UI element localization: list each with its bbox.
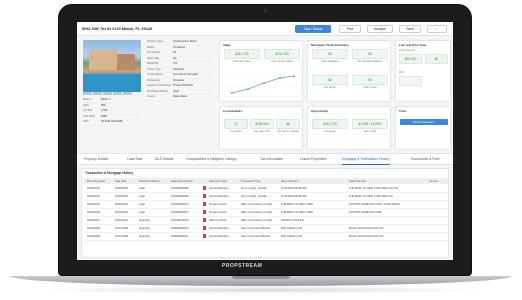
opportunity-card: Opportunity $212,733 $1,009 / 19.93% Est… (307, 106, 391, 150)
property-address: 5061 NW 7th St #115 Miami, FL 33126 (82, 26, 153, 31)
prior-sale-tile: $0 (425, 54, 448, 64)
opportunity-rent-tile: $1,009 / 19.93% (352, 119, 388, 129)
basic-info-row: APN: 30-3131-000-0480 (83, 120, 141, 126)
opportunity-card-title: Opportunity (311, 109, 329, 113)
mls-label: MLS (399, 71, 404, 74)
laptop-frame: 5061 NW 7th St #115 Miami, FL 33126 Tags… (0, 0, 522, 300)
col-recording-date[interactable]: Recording Date (87, 180, 113, 183)
public-records-label: Public Records (399, 49, 416, 52)
mortgage-balance-label: Est. Mortgage Balance (357, 60, 383, 63)
col-buyer-names[interactable]: Buyer Name(s) (281, 180, 331, 183)
table-row[interactable]: 04/09/2010 04/01/2010 Financed 2010R0238… (84, 217, 448, 225)
tab-documents-files[interactable]: Documents & Files (411, 154, 439, 165)
photo-building-secondary (117, 54, 135, 70)
last-year-value-tile: $231,933 (264, 49, 300, 59)
last-year-value-label: Last Year Est. Value (271, 60, 293, 63)
comparables-dom-label: Avg. Days on Market (276, 130, 300, 133)
col-purchase-method[interactable]: Purchase Method (139, 180, 169, 183)
tools-card-title: Tools (399, 109, 407, 113)
open-mortgages-tile: $0 (312, 49, 348, 59)
col-sale-date[interactable]: Sale Date (115, 180, 137, 183)
open-mortgages-label: Open Mortgages (321, 60, 339, 63)
property-photo[interactable] (83, 40, 141, 92)
tab-tax-information[interactable]: Tax Information (260, 154, 283, 165)
col-document-type[interactable]: Document Type (209, 180, 239, 183)
pdf-icon[interactable] (203, 186, 206, 190)
mortgage-card: Mortgage / Debt Summary $0 $0 Open Mortg… (307, 40, 391, 102)
photo-thumbnails[interactable] (83, 92, 141, 96)
value-card-title: Value (223, 43, 231, 47)
tools-card: Tools Rehab Calculator (395, 106, 451, 150)
col-transaction-type[interactable]: Transaction Type (241, 180, 279, 183)
brand-logo: PROPSTREAM (222, 263, 263, 269)
value-trend-chart (224, 75, 300, 98)
history-table-header: Recording Date Sale Date Purchase Method… (84, 178, 448, 184)
pdf-icon[interactable] (203, 234, 206, 238)
table-row[interactable]: 01/24/2008 01/17/2008 Financed 2008R0046… (84, 225, 448, 233)
table-row[interactable]: 09/30/2016 09/15/2016 Cash 2016R0659981 … (84, 193, 448, 201)
property-info-list: Property Type Condominium Resid. Status On… (147, 40, 213, 101)
total-amount-label: Total Amount (363, 86, 377, 89)
comparables-card: Comparables 17 $189,000 86 Properties Av… (219, 106, 303, 150)
value-card: Value $212,733 $231,933 Estimated Value … (219, 40, 303, 102)
tab-mortgage-history[interactable]: Mortgage & Transaction History (342, 154, 390, 165)
tab-property-details[interactable]: Property Details (84, 154, 108, 165)
table-row[interactable]: 09/30/2016 09/15/2016 Cash 2016R0659980 … (84, 185, 448, 193)
more-button[interactable]: ⋯ (427, 25, 447, 33)
history-panel: Transaction & Mortgage History Recording… (81, 168, 449, 258)
camera-icon (264, 9, 267, 12)
estimated-value-tile: $212,733 (224, 49, 260, 59)
estimated-value-label: Estimated Value (233, 60, 251, 63)
analysis-button[interactable]: Analysis (367, 25, 393, 33)
comparables-properties-tile: 17 (224, 119, 248, 129)
est-equity-label: Est. Equity (324, 86, 336, 89)
est-equity-tile: $0 (312, 75, 348, 85)
col-seller-names[interactable]: Seller Name(s) (349, 180, 419, 183)
photo-pool (83, 74, 141, 92)
comparables-price-label: Avg. Sale Price (253, 130, 271, 133)
laptop-notch (232, 276, 290, 279)
tags-status-button[interactable]: Tags / Status (295, 25, 331, 33)
comparables-card-title: Comparables (223, 109, 243, 113)
opportunity-rent-label: Rent / Yield (363, 130, 377, 133)
app-screen: 5061 NW 7th St #115 Miami, FL 33126 Tags… (77, 22, 453, 260)
opportunity-equity-label: Est. Equity (324, 130, 336, 133)
save-button[interactable]: Save (399, 25, 421, 33)
last-sale-tile: $95,900 (399, 54, 422, 64)
rehab-calculator-button[interactable]: Rehab Calculator (400, 119, 448, 125)
table-row[interactable]: 05/20/2015 05/11/2015 Cash 2015R0302871 … (84, 209, 448, 217)
basic-info-list: Beds: 2 Baths: 2 SqFt: 800 Lot Size: 1,500 … (83, 98, 141, 126)
pdf-icon[interactable] (203, 202, 206, 206)
tab-linked-properties[interactable]: Linked Properties (300, 154, 326, 165)
tab-cash-sale[interactable]: Cash Sale (127, 154, 143, 165)
history-title: Transaction & Mortgage History (85, 171, 134, 175)
photo-building (89, 50, 117, 70)
comparables-price-tile: $189,000 (250, 119, 274, 129)
col-amount[interactable]: Amount (429, 180, 447, 183)
mls-tile (399, 76, 422, 86)
tab-mls-details[interactable]: MLS Details (155, 154, 173, 165)
pdf-icon[interactable] (203, 210, 206, 214)
mortgage-card-title: Mortgage / Debt Summary (311, 43, 349, 47)
laptop-shadow (30, 286, 492, 294)
pdf-icon[interactable] (203, 218, 206, 222)
table-row[interactable]: 05/20/2016 05/20/2016 Cash 2016R0346274 … (84, 201, 448, 209)
pdf-icon[interactable] (203, 226, 206, 230)
print-button[interactable]: Print (339, 25, 361, 33)
detail-tabs: Property Details Cash Sale MLS Details C… (77, 153, 453, 165)
sale-card: Last and Prior Sale Public Records $95,9… (395, 40, 451, 102)
comparables-dom-tile: 86 (276, 119, 300, 129)
sale-card-title: Last and Prior Sale (399, 43, 427, 47)
table-row[interactable]: 01/24/2008 01/17/2008 Financed 2008R0046… (84, 233, 448, 241)
property-info-row: County Miami-Dade (147, 95, 213, 101)
total-amount-tile: $0 (352, 75, 388, 85)
comparables-properties-label: Properties (230, 130, 242, 133)
opportunity-equity-tile: $212,733 (312, 119, 348, 129)
tab-comparables[interactable]: Comparables & Neighbor Listings (186, 154, 237, 165)
pdf-icon[interactable] (203, 194, 206, 198)
mortgage-balance-tile: $0 (352, 49, 388, 59)
col-document-number[interactable]: Document Number (171, 180, 203, 183)
property-header: 5061 NW 7th St #115 Miami, FL 33126 Tags… (77, 22, 453, 36)
